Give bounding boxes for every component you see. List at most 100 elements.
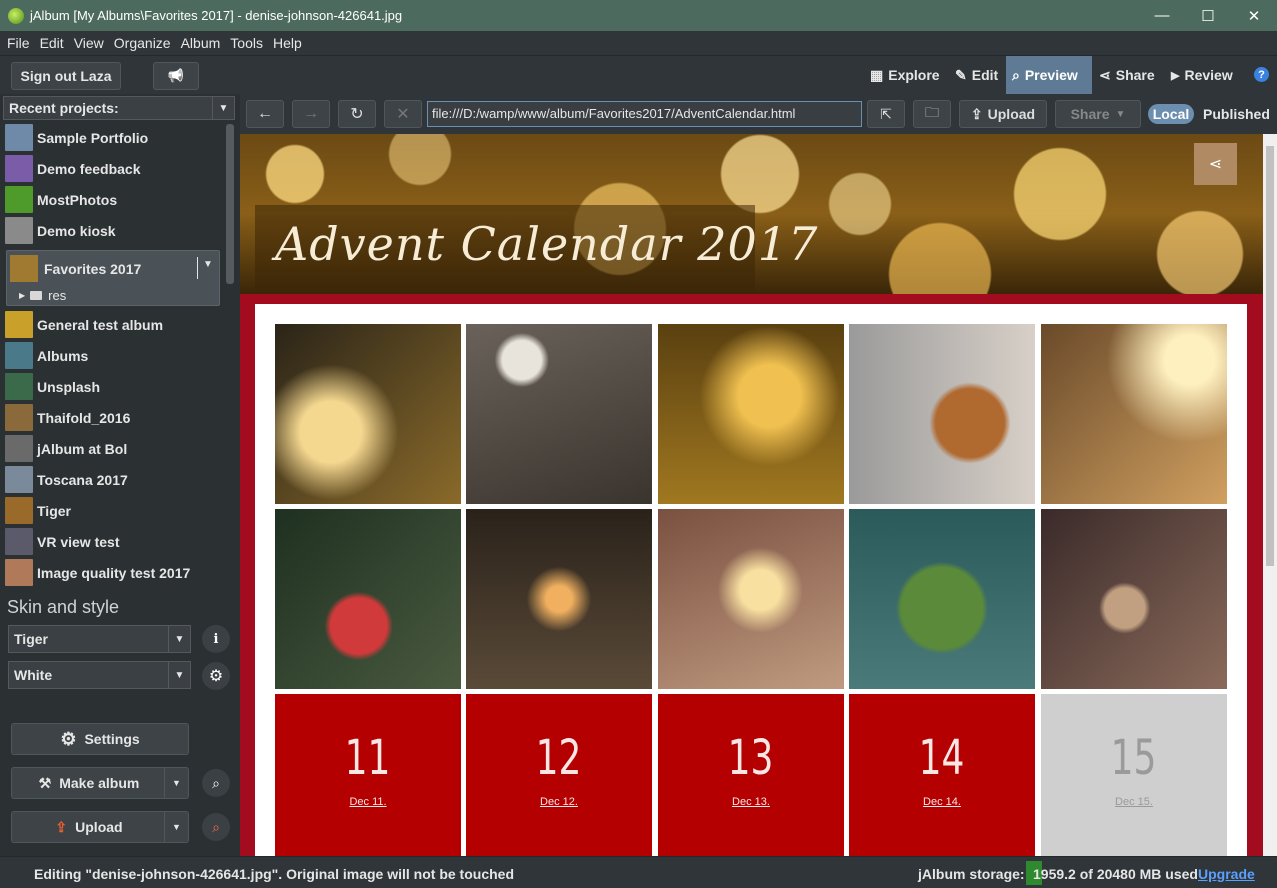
menu-view[interactable]: View <box>69 35 109 51</box>
style-settings-button[interactable]: ⚙ <box>202 662 230 690</box>
help-icon[interactable]: ? <box>1254 67 1269 82</box>
tab-share[interactable]: ⋖ Share <box>1093 56 1161 94</box>
preview-album-button[interactable]: ⌕ <box>202 769 230 797</box>
photo-thumbnail[interactable] <box>1041 324 1227 504</box>
project-item[interactable]: MostPhotos <box>3 184 223 215</box>
photo-thumbnail[interactable] <box>466 324 652 504</box>
sign-out-button[interactable]: Sign out Laza <box>11 62 121 90</box>
chevron-down-icon[interactable]: ▼ <box>203 259 213 270</box>
open-folder-button[interactable]: 🗀 <box>913 100 951 128</box>
search-icon: ⌕ <box>212 774 220 791</box>
style-select-value: White <box>14 667 53 683</box>
skin-info-button[interactable]: i <box>202 625 230 653</box>
photo-thumbnail[interactable] <box>275 324 461 504</box>
menu-album[interactable]: Album <box>176 35 226 51</box>
project-thumbnail <box>5 217 33 244</box>
photo-thumbnail[interactable] <box>658 324 844 504</box>
play-icon: ▶ <box>1171 69 1180 82</box>
project-label: Thaifold_2016 <box>37 409 131 426</box>
photo-thumbnail[interactable] <box>658 509 844 689</box>
photo-thumbnail[interactable] <box>849 509 1035 689</box>
folder-icon: 🗀 <box>925 104 939 120</box>
advent-day-tile-locked[interactable]: 15 Dec 15. <box>1041 694 1227 856</box>
project-item[interactable]: Thaifold_2016 <box>3 402 223 433</box>
chevron-down-icon[interactable]: ▼ <box>164 812 188 842</box>
url-input[interactable]: file:///D:/wamp/www/album/Favorites2017/… <box>427 101 862 127</box>
project-item[interactable]: General test album <box>3 309 223 340</box>
browser-upload-button[interactable]: ⇪ Upload <box>959 100 1047 128</box>
tab-review[interactable]: ▶ Review <box>1165 56 1239 94</box>
gear-icon: ⚙ <box>60 728 77 749</box>
upload-button[interactable]: ⇪ Upload ▼ <box>11 811 189 843</box>
tree-item-res[interactable]: ▶ res <box>19 288 66 303</box>
project-item[interactable]: VR view test <box>3 526 223 557</box>
reload-button[interactable]: ↻ <box>338 100 376 128</box>
advent-day-tile[interactable]: 12 Dec 12. <box>466 694 652 856</box>
project-item[interactable]: Demo kiosk <box>3 215 223 246</box>
day-date: Dec 13. <box>732 796 770 808</box>
advent-day-tile[interactable]: 13 Dec 13. <box>658 694 844 856</box>
skin-select[interactable]: Tiger ▼ <box>8 625 191 653</box>
tab-edit[interactable]: ✎ Edit <box>949 56 1004 94</box>
project-item[interactable]: Demo feedback <box>3 153 223 184</box>
menu-file[interactable]: File <box>2 35 35 51</box>
menu-edit[interactable]: Edit <box>35 35 69 51</box>
project-thumbnail <box>5 435 33 462</box>
project-item[interactable]: Sample Portfolio <box>3 122 223 153</box>
browser-upload-label: Upload <box>987 106 1036 122</box>
open-external-button[interactable]: ⇱ <box>867 100 905 128</box>
tab-explore[interactable]: ▦ Explore <box>864 56 946 94</box>
photo-thumbnail[interactable] <box>1041 509 1227 689</box>
project-item[interactable]: Tiger <box>3 495 223 526</box>
project-list-scrollbar[interactable] <box>225 122 235 588</box>
style-select[interactable]: White ▼ <box>8 661 191 689</box>
back-button[interactable]: ← <box>246 100 284 128</box>
maximize-button[interactable]: ☐ <box>1185 0 1231 31</box>
advent-day-tile[interactable]: 14 Dec 14. <box>849 694 1035 856</box>
project-item[interactable]: Unsplash <box>3 371 223 402</box>
scrollbar-thumb[interactable] <box>226 124 234 284</box>
jalbum-app-icon <box>8 7 24 24</box>
forward-button[interactable]: → <box>292 100 330 128</box>
minimize-button[interactable]: — <box>1139 0 1185 31</box>
upgrade-link[interactable]: Upgrade <box>1198 866 1255 882</box>
preview-scrollbar[interactable] <box>1263 134 1277 856</box>
menu-help[interactable]: Help <box>268 35 307 51</box>
project-item[interactable]: Toscana 2017 <box>3 464 223 495</box>
chevron-down-icon: ▼ <box>168 626 190 652</box>
project-thumbnail <box>5 124 33 151</box>
project-item[interactable]: jAlbum at Bol <box>3 433 223 464</box>
album-share-button[interactable]: ⋖ <box>1194 143 1237 185</box>
menu-tools[interactable]: Tools <box>225 35 268 51</box>
settings-button[interactable]: ⚙ Settings <box>11 723 189 755</box>
photo-thumbnail[interactable] <box>275 509 461 689</box>
project-item[interactable]: Albums <box>3 340 223 371</box>
project-thumbnail <box>5 186 33 213</box>
project-thumbnail <box>5 373 33 400</box>
photo-thumbnail[interactable] <box>466 509 652 689</box>
project-item[interactable]: Image quality test 2017 <box>3 557 223 588</box>
stop-button[interactable]: ✕ <box>384 100 422 128</box>
scrollbar-thumb[interactable] <box>1266 146 1274 566</box>
browser-share-button[interactable]: Share ▼ <box>1055 100 1141 128</box>
photo-thumbnail[interactable] <box>849 324 1035 504</box>
project-list: Sample Portfolio Demo feedback MostPhoto… <box>3 122 223 588</box>
recent-projects-dropdown[interactable]: Recent projects: ▼ <box>3 96 235 120</box>
tab-preview[interactable]: ⌕ Preview <box>1006 56 1092 94</box>
project-item-selected[interactable]: Favorites 2017 ▼ ▶ res <box>6 250 220 306</box>
tab-edit-label: Edit <box>971 67 999 83</box>
make-album-button[interactable]: ⚒ Make album ▼ <box>11 767 189 799</box>
local-toggle[interactable]: Local <box>1148 104 1194 124</box>
menu-organize[interactable]: Organize <box>109 35 176 51</box>
announcements-button[interactable]: 📢 <box>153 62 199 90</box>
advent-day-tile[interactable]: 11 Dec 11. <box>275 694 461 856</box>
grid-icon: ▦ <box>870 66 884 83</box>
chevron-down-icon[interactable]: ▼ <box>164 768 188 798</box>
megaphone-icon: 📢 <box>167 68 185 83</box>
published-toggle[interactable]: Published <box>1203 106 1270 122</box>
expand-arrow-icon[interactable]: ▶ <box>19 291 25 300</box>
project-thumbnail <box>5 559 33 586</box>
close-button[interactable]: ✕ <box>1231 0 1277 31</box>
settings-button-label: Settings <box>84 731 140 747</box>
online-preview-button[interactable]: ⌕ <box>202 813 230 841</box>
